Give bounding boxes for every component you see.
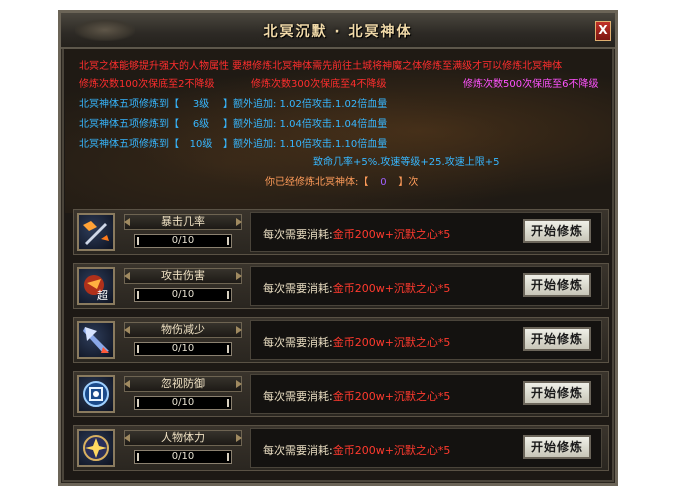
cost-area: 每次需要消耗:金币200w+沉默之心*5 开始修炼 <box>250 266 602 306</box>
cost-area: 每次需要消耗:金币200w+沉默之心*5 开始修炼 <box>250 212 602 252</box>
start-cultivate-button[interactable]: 开始修炼 <box>523 219 591 243</box>
progress-text: 0/10 <box>171 289 195 300</box>
bonus-level: 6级 <box>192 119 210 130</box>
row-name: 人物体力 <box>124 430 242 446</box>
row-name: 暴击几率 <box>124 214 242 230</box>
progress-tick-right <box>227 345 229 353</box>
cost-label: 每次需要消耗: <box>263 444 333 457</box>
info-panel: 北冥之体能够提升强大的人物属性 要想修炼北冥神体需先前往土城将神魔之体修炼至满级… <box>65 49 611 213</box>
cost-value: 金币200w+沉默之心*5 <box>332 390 451 403</box>
count-prefix: 你已经修炼北冥神体:【 <box>265 177 369 188</box>
bonus-suffix: 】额外追加: 1.02倍攻击.1.02倍血量 <box>223 99 388 110</box>
row-progress: 0/10 <box>134 288 232 302</box>
bonus-suffix: 】额外追加: 1.04倍攻击.1.04倍血量 <box>223 119 388 130</box>
progress-tick-left <box>137 237 139 245</box>
bonus-line-3: 北冥神体五项修炼到【 10级 】额外追加: 1.10倍攻击.1.10倍血量 <box>79 135 387 150</box>
bonus-prefix: 北冥神体五项修炼到【 <box>79 99 179 110</box>
cultivation-row-vitality: 人物体力 0/10 每次需要消耗:金币200w+沉默之心*5 开始修炼 <box>73 425 609 471</box>
cost-label: 每次需要消耗: <box>263 282 333 295</box>
svg-text:超: 超 <box>97 288 108 302</box>
cost-line: 每次需要消耗:金币200w+沉默之心*5 <box>263 280 450 296</box>
bonus-level: 10级 <box>189 139 213 150</box>
row-progress: 0/10 <box>134 342 232 356</box>
bonus-line-2: 北冥神体五项修炼到【 6级 】额外追加: 1.04倍攻击.1.04倍血量 <box>79 115 387 130</box>
row-progress: 0/10 <box>134 234 232 248</box>
row-progress: 0/10 <box>134 450 232 464</box>
cost-value: 金币200w+沉默之心*5 <box>332 228 451 241</box>
cultivation-row-attack: 超 攻击伤害 0/10 每次需要消耗:金币200w+沉默之心*5 开始修炼 <box>73 263 609 309</box>
guarantee-100-text: 修炼次数100次保底至2不降级 <box>79 79 215 90</box>
crit-sword-icon <box>77 213 115 251</box>
cost-value: 金币200w+沉默之心*5 <box>332 282 451 295</box>
bonus-suffix: 】额外追加: 1.10倍攻击.1.10倍血量 <box>223 139 388 150</box>
progress-tick-left <box>137 453 139 461</box>
cost-value: 金币200w+沉默之心*5 <box>332 336 451 349</box>
start-cultivate-button[interactable]: 开始修炼 <box>523 327 591 351</box>
cost-label: 每次需要消耗: <box>263 390 333 403</box>
arrow-defense-icon <box>77 321 115 359</box>
cost-label: 每次需要消耗: <box>263 228 333 241</box>
progress-text: 0/10 <box>171 397 195 408</box>
ignore-defense-icon <box>77 375 115 413</box>
start-cultivate-button[interactable]: 开始修炼 <box>523 381 591 405</box>
row-name: 攻击伤害 <box>124 268 242 284</box>
progress-text: 0/10 <box>171 235 195 246</box>
progress-tick-right <box>227 237 229 245</box>
cost-line: 每次需要消耗:金币200w+沉默之心*5 <box>263 442 450 458</box>
attack-super-icon: 超 <box>77 267 115 305</box>
cultivation-window: 北冥沉默 · 北冥神体 X 北冥之体能够提升强大的人物属性 要想修炼北冥神体需先… <box>58 10 618 486</box>
cost-area: 每次需要消耗:金币200w+沉默之心*5 开始修炼 <box>250 374 602 414</box>
window-title: 北冥沉默 · 北冥神体 <box>263 24 413 40</box>
bonus-level: 3级 <box>192 99 210 110</box>
progress-tick-right <box>227 453 229 461</box>
bonus-line-1: 北冥神体五项修炼到【 3级 】额外追加: 1.02倍攻击.1.02倍血量 <box>79 95 387 110</box>
cost-label: 每次需要消耗: <box>263 336 333 349</box>
count-value: 0 <box>380 177 387 188</box>
guarantee-300-text: 修炼次数300次保底至4不降级 <box>251 79 387 90</box>
cultivation-count: 你已经修炼北冥神体:【 0 】次 <box>265 173 418 188</box>
cost-line: 每次需要消耗:金币200w+沉默之心*5 <box>263 334 450 350</box>
cost-line: 每次需要消耗:金币200w+沉默之心*5 <box>263 226 450 242</box>
intro-text: 北冥之体能够提升强大的人物属性 要想修炼北冥神体需先前往土城将神魔之体修炼至满级… <box>79 61 563 72</box>
row-name: 忽视防御 <box>124 376 242 392</box>
bonus-prefix: 北冥神体五项修炼到【 <box>79 119 179 130</box>
cost-line: 每次需要消耗:金币200w+沉默之心*5 <box>263 388 450 404</box>
cost-value: 金币200w+沉默之心*5 <box>332 444 451 457</box>
progress-text: 0/10 <box>171 343 195 354</box>
progress-tick-left <box>137 345 139 353</box>
progress-tick-right <box>227 291 229 299</box>
progress-tick-left <box>137 399 139 407</box>
start-cultivate-button[interactable]: 开始修炼 <box>523 273 591 297</box>
cost-area: 每次需要消耗:金币200w+沉默之心*5 开始修炼 <box>250 428 602 468</box>
title-bar[interactable]: 北冥沉默 · 北冥神体 X <box>61 13 615 49</box>
vitality-star-icon <box>77 429 115 467</box>
progress-tick-right <box>227 399 229 407</box>
extra-bonus-text: 致命几率+5%.攻速等级+25.攻速上限+5 <box>313 157 500 168</box>
bonus-prefix: 北冥神体五项修炼到【 <box>79 139 179 150</box>
row-progress: 0/10 <box>134 396 232 410</box>
cultivation-row-crit: 暴击几率 0/10 每次需要消耗:金币200w+沉默之心*5 开始修炼 <box>73 209 609 255</box>
cost-area: 每次需要消耗:金币200w+沉默之心*5 开始修炼 <box>250 320 602 360</box>
count-suffix: 】次 <box>398 177 419 188</box>
close-button[interactable]: X <box>595 21 611 41</box>
row-name: 物伤减少 <box>124 322 242 338</box>
cultivation-row-ignore-defense: 忽视防御 0/10 每次需要消耗:金币200w+沉默之心*5 开始修炼 <box>73 371 609 417</box>
progress-tick-left <box>137 291 139 299</box>
progress-text: 0/10 <box>171 451 195 462</box>
guarantee-500-text: 修炼次数500次保底至6不降级 <box>463 79 599 90</box>
cultivation-row-physical-reduction: 物伤减少 0/10 每次需要消耗:金币200w+沉默之心*5 开始修炼 <box>73 317 609 363</box>
start-cultivate-button[interactable]: 开始修炼 <box>523 435 591 459</box>
